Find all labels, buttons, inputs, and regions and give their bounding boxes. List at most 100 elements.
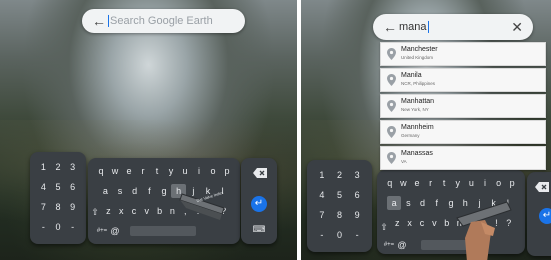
letter-key[interactable]: p xyxy=(220,164,234,178)
at-key[interactable]: @ xyxy=(108,224,122,238)
numpad-key[interactable]: 1 xyxy=(313,168,331,182)
letter-key[interactable]: e xyxy=(410,176,424,190)
letter-key[interactable]: i xyxy=(192,164,206,178)
location-pin-icon xyxy=(387,48,396,60)
letter-key[interactable]: o xyxy=(492,176,506,190)
letter-key[interactable]: x xyxy=(403,216,415,230)
action-panel: ↵ ⌨ xyxy=(241,158,277,244)
numpad-key[interactable]: - xyxy=(65,220,80,234)
letter-key[interactable]: v xyxy=(140,204,153,218)
at-key[interactable]: @ xyxy=(395,238,409,252)
search-bar[interactable]: ← Search Google Earth xyxy=(82,9,245,33)
search-bar[interactable]: ← mana ✕ xyxy=(373,14,533,40)
suggestion-subtitle: New York, NY xyxy=(401,107,429,112)
numpad-key[interactable]: 0 xyxy=(51,220,66,234)
letter-key[interactable]: w xyxy=(108,164,122,178)
numpad-key[interactable]: 5 xyxy=(331,188,349,202)
numpad-key[interactable]: 4 xyxy=(36,180,51,194)
close-icon[interactable]: ✕ xyxy=(511,20,523,34)
numpad-key[interactable]: 3 xyxy=(65,160,80,174)
letter-key[interactable]: b xyxy=(153,204,166,218)
search-value: mana xyxy=(399,20,427,33)
enter-button[interactable]: ↵ xyxy=(539,208,551,224)
letter-key[interactable]: c xyxy=(416,216,428,230)
suggestion-item[interactable]: Manassas VA xyxy=(380,146,546,170)
keyboard-toggle-icon[interactable]: ⌨ xyxy=(251,222,267,236)
numpad-key[interactable]: 6 xyxy=(348,188,366,202)
suggestion-item[interactable]: Mannheim Germany xyxy=(380,120,546,144)
letter-key[interactable]: a xyxy=(98,184,113,198)
suggestion-name: Mannheim xyxy=(401,124,434,131)
numpad-key[interactable]: - xyxy=(348,228,366,242)
letter-key[interactable]: z xyxy=(102,204,115,218)
suggestion-item[interactable]: Manchester United Kingdom xyxy=(380,42,546,66)
letter-key[interactable]: u xyxy=(465,176,479,190)
suggestion-name: Manassas xyxy=(401,150,433,157)
suggestion-item[interactable]: Manhattan New York, NY xyxy=(380,94,546,118)
vr-controller-icon xyxy=(456,201,512,260)
letter-key[interactable]: a xyxy=(387,196,402,210)
numpad-key[interactable]: 5 xyxy=(51,180,66,194)
enter-button[interactable]: ↵ xyxy=(251,196,267,212)
location-pin-icon xyxy=(387,100,396,112)
numpad-key[interactable]: - xyxy=(313,228,331,242)
numpad-key[interactable]: 8 xyxy=(331,208,349,222)
numpad-key[interactable]: 7 xyxy=(313,208,331,222)
arrow-left-icon[interactable]: ← xyxy=(92,14,106,28)
search-placeholder: Search Google Earth xyxy=(110,14,213,27)
letter-key[interactable]: r xyxy=(424,176,438,190)
backspace-icon[interactable] xyxy=(535,182,549,192)
numpad-key[interactable]: 4 xyxy=(313,188,331,202)
letter-key[interactable]: s xyxy=(113,184,128,198)
text-caret xyxy=(427,21,429,34)
letter-key[interactable]: y xyxy=(164,164,178,178)
letter-key[interactable]: x xyxy=(115,204,128,218)
numpad-key[interactable]: 8 xyxy=(51,200,66,214)
location-pin-icon xyxy=(387,74,396,86)
letter-key[interactable]: f xyxy=(142,184,157,198)
numpad-key[interactable]: 1 xyxy=(36,160,51,174)
letter-key[interactable]: e xyxy=(122,164,136,178)
numpad-key[interactable]: 9 xyxy=(348,208,366,222)
letter-key[interactable]: q xyxy=(94,164,108,178)
letter-key[interactable]: r xyxy=(136,164,150,178)
numpad-key[interactable]: 9 xyxy=(65,200,80,214)
search-input[interactable]: Search Google Earth xyxy=(108,14,213,28)
letter-key[interactable]: w xyxy=(397,176,411,190)
letter-key[interactable]: u xyxy=(178,164,192,178)
letter-key[interactable]: g xyxy=(157,184,172,198)
suggestion-list: Manchester United Kingdom Manila NCR, Phili… xyxy=(380,42,546,172)
letter-key[interactable]: p xyxy=(505,176,519,190)
letter-key[interactable]: o xyxy=(206,164,220,178)
numpad-key[interactable]: 7 xyxy=(36,200,51,214)
numpad-keyboard: 123456789-0- xyxy=(30,152,86,244)
letter-key[interactable]: f xyxy=(430,196,444,210)
numpad-key[interactable]: 0 xyxy=(331,228,349,242)
action-panel: ↵ xyxy=(527,172,551,256)
letter-key[interactable]: i xyxy=(478,176,492,190)
letter-key[interactable]: s xyxy=(401,196,415,210)
suggestion-item[interactable]: Manila NCR, Philippines xyxy=(380,68,546,92)
letter-key[interactable]: d xyxy=(127,184,142,198)
letter-key[interactable]: c xyxy=(128,204,141,218)
letter-key[interactable]: q xyxy=(383,176,397,190)
letter-key[interactable]: y xyxy=(451,176,465,190)
numpad-key[interactable]: 3 xyxy=(348,168,366,182)
shift-key[interactable]: ⇧ xyxy=(90,205,100,219)
letter-key[interactable]: v xyxy=(428,216,440,230)
letter-key[interactable]: z xyxy=(391,216,403,230)
shift-key[interactable]: ⇧ xyxy=(379,220,389,234)
suggestion-name: Manhattan xyxy=(401,98,435,105)
letter-key[interactable]: n xyxy=(166,204,179,218)
numpad-key[interactable]: 2 xyxy=(331,168,349,182)
letter-key[interactable]: t xyxy=(150,164,164,178)
search-input[interactable]: mana xyxy=(399,20,429,34)
numpad-key[interactable]: 2 xyxy=(51,160,66,174)
numpad-key[interactable]: - xyxy=(36,220,51,234)
letter-key[interactable]: d xyxy=(415,196,429,210)
suggestion-subtitle: NCR, Philippines xyxy=(401,81,436,86)
arrow-left-icon[interactable]: ← xyxy=(383,20,397,34)
backspace-icon[interactable] xyxy=(253,168,267,178)
numpad-key[interactable]: 6 xyxy=(65,180,80,194)
letter-key[interactable]: t xyxy=(437,176,451,190)
